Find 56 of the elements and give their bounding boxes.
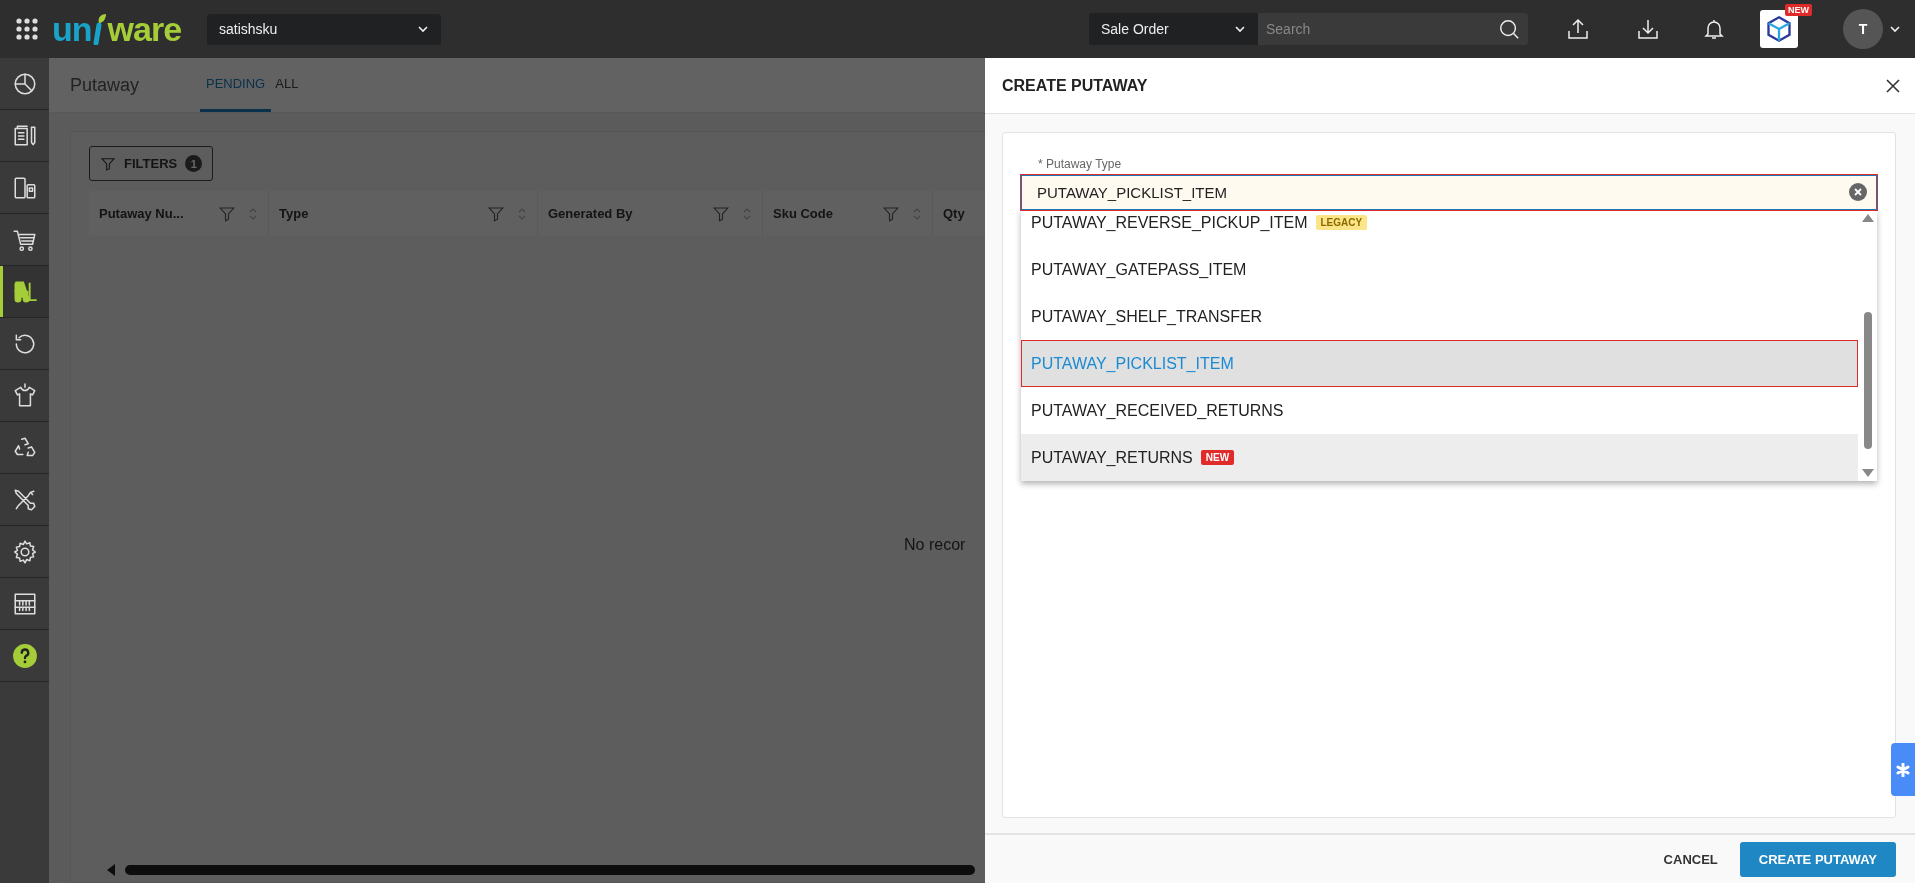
tag-badge: NEW [1200,450,1235,465]
devices-icon [11,174,38,201]
filter-count-badge: 1 [185,155,203,172]
user-avatar[interactable]: T [1843,9,1883,49]
column-header: Qty [943,206,966,221]
help-icon [11,642,38,669]
filter-icon[interactable] [218,204,236,223]
horizontal-scrollbar[interactable] [125,865,975,875]
drawer-title: CREATE PUTAWAY [1002,76,1148,95]
search-icon [1498,18,1520,40]
page-title: Putaway [70,74,141,96]
sidebar-item[interactable] [0,266,49,318]
dropdown-option[interactable]: PUTAWAY_REVERSE_PICKUP_ITEM LEGACY [1021,210,1858,246]
search-scope-select[interactable]: Sale Order [1089,13,1258,45]
column-header: Sku Code [773,206,834,221]
dropdown-option[interactable]: PUTAWAY_RETURNS NEW [1021,434,1858,481]
filter-icon[interactable] [487,204,505,223]
new-badge: NEW [1785,4,1812,16]
field-label: * Putaway Type [1038,157,1123,171]
filter-icon[interactable] [712,204,730,223]
putaway-type-select[interactable]: PUTAWAY_PICKLIST_ITEM [1021,175,1877,210]
upload-icon[interactable] [1566,17,1590,41]
chevron-down-icon [417,23,430,35]
warehouse-select[interactable]: satishsku [207,13,442,45]
settings-icon [11,538,38,565]
shirt-icon [11,382,38,409]
dropdown-option[interactable]: PUTAWAY_SHELF_TRANSFER [1021,293,1858,340]
leaf-icon [92,13,107,45]
logo-text: un [52,9,92,49]
cancel-button[interactable]: CANCEL [1659,843,1722,875]
filter-icon [100,155,116,172]
asterisk-icon [1896,762,1910,777]
caret-icon [1889,23,1901,35]
tag-badge: LEGACY [1315,215,1368,230]
filter-icon[interactable] [882,204,900,223]
dropdown-option[interactable]: PUTAWAY_GATEPASS_ITEM [1021,246,1858,293]
chevron-down-icon [1234,23,1246,35]
clear-icon[interactable] [1848,182,1868,202]
create-button[interactable]: CREATE PUTAWAY [1739,841,1896,877]
rack-icon [11,590,38,617]
dropdown-option[interactable]: PUTAWAY_RECEIVED_RETURNS [1021,387,1858,434]
column-header: Generated By [548,206,634,221]
scroll-down-icon[interactable] [1861,469,1874,477]
search-field[interactable]: Search [1258,13,1528,45]
scroll-left-icon[interactable] [107,864,115,876]
empty-state-text: No recor [904,536,967,554]
apps-grid-icon[interactable] [16,18,38,40]
download-icon[interactable] [1636,17,1660,41]
column-header: Putaway Nu... [99,206,185,221]
logo-text: ware [107,9,182,49]
column-header: Type [279,206,310,221]
scroll-up-icon[interactable] [1861,214,1874,222]
feedback-tab[interactable] [1891,743,1915,796]
bell-icon[interactable] [1702,17,1726,41]
vertical-scrollbar[interactable] [1863,312,1872,449]
close-icon[interactable] [1885,77,1901,94]
